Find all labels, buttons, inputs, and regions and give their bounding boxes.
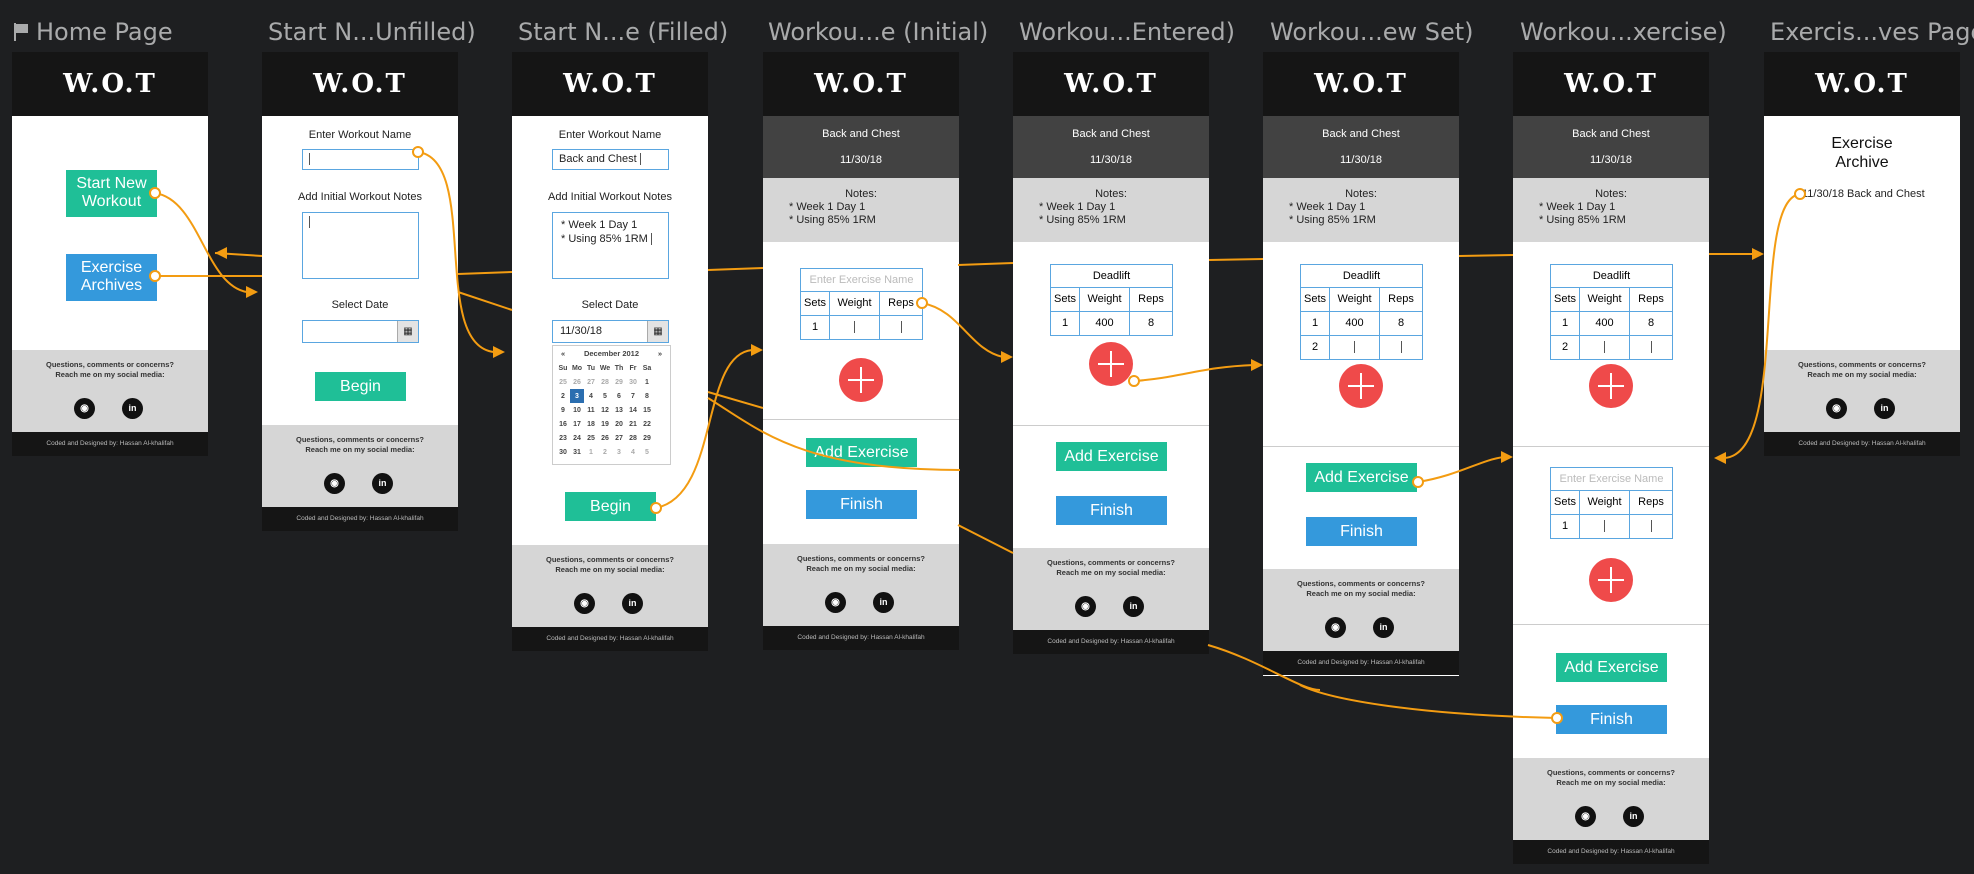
wire-form-edge <box>457 271 513 275</box>
wire-reps-to-entered <box>921 302 1004 358</box>
prototype-wires <box>149 146 1806 724</box>
wire-add-exercise-to-new <box>1417 456 1505 483</box>
wire-name-to-filled <box>417 151 495 353</box>
wire-plus-to-new-set <box>1133 364 1255 382</box>
wire-form-edge-2 <box>457 291 513 311</box>
wire-begin-to-workout <box>655 349 753 509</box>
wire-entry-back <box>1723 193 1801 459</box>
wire-start-to-form <box>154 192 248 293</box>
